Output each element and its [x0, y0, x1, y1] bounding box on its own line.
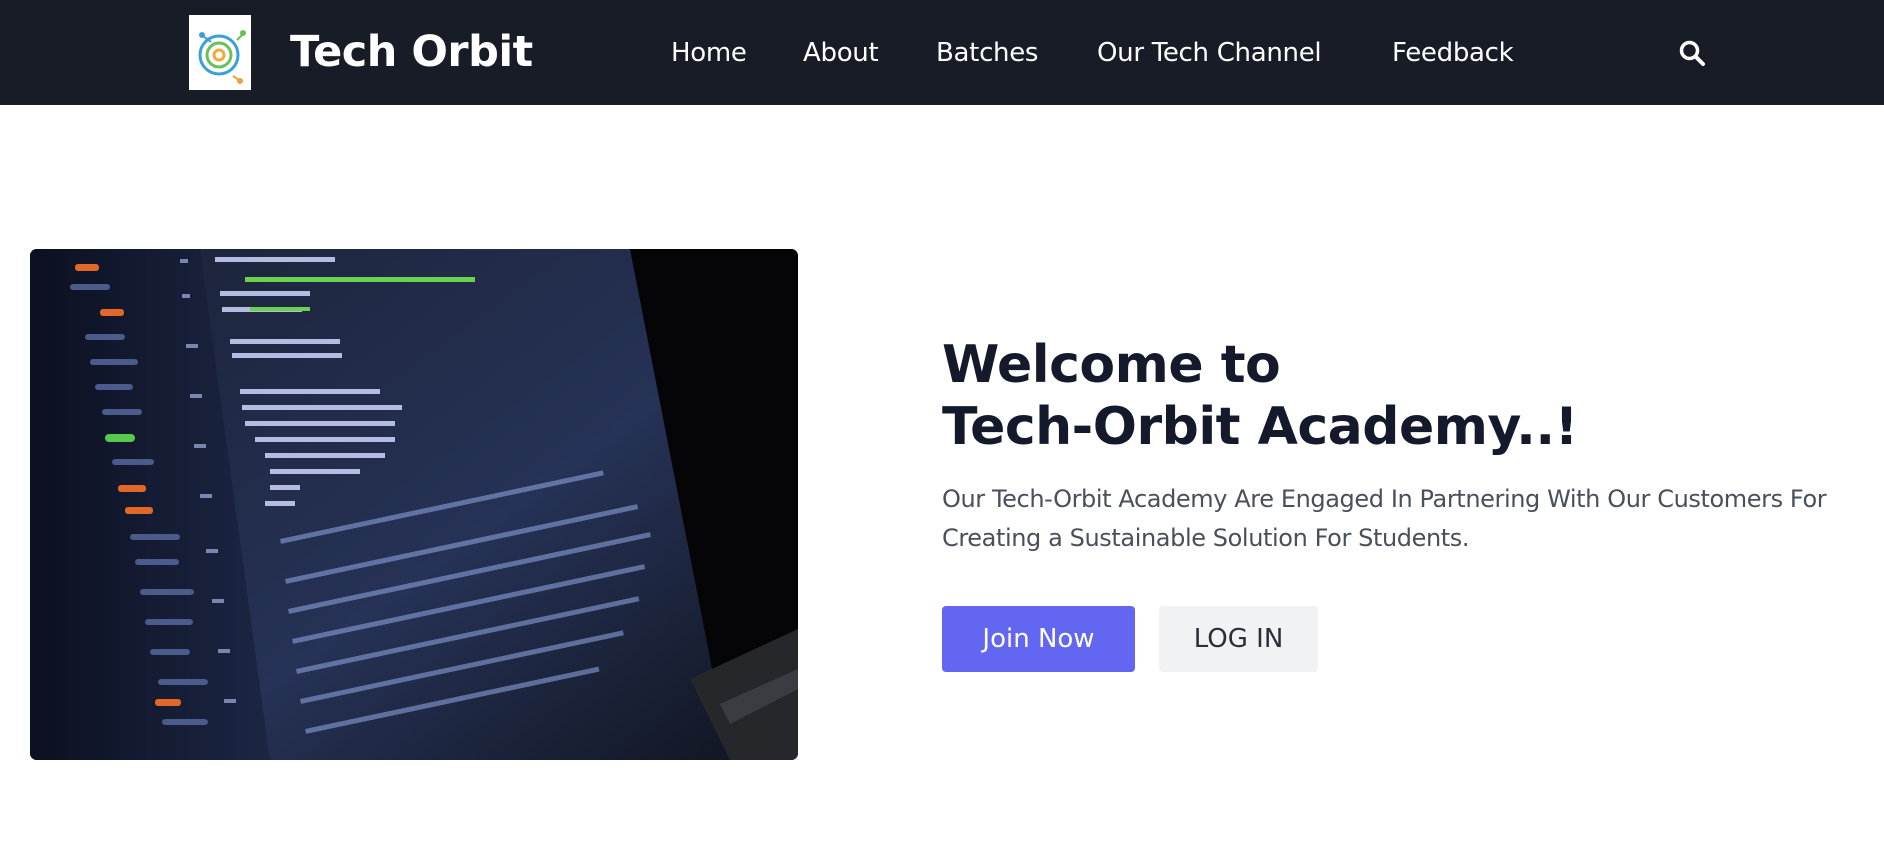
- hero-description-line1: Our Tech-Orbit Academy Are Engaged In Pa…: [942, 485, 1827, 513]
- brand-name[interactable]: Tech Orbit: [290, 22, 533, 82]
- hero-title-line1: Welcome to: [942, 335, 1281, 395]
- hero-description: Our Tech-Orbit Academy Are Engaged In Pa…: [942, 480, 1872, 558]
- nav-home[interactable]: Home: [671, 34, 747, 72]
- orbit-circuit-logo-icon: [198, 29, 246, 84]
- search-button[interactable]: [1676, 37, 1708, 69]
- logo[interactable]: [189, 15, 251, 90]
- hero-title-line2: Tech-Orbit Academy..!: [942, 397, 1578, 457]
- nav-batches[interactable]: Batches: [936, 34, 1038, 72]
- top-navbar: Tech Orbit Home About Batches Our Tech C…: [0, 0, 1884, 105]
- laptop-code-image: [30, 249, 798, 760]
- code-screen-illustration: [30, 249, 798, 760]
- hero-title: Welcome to Tech-Orbit Academy..!: [942, 334, 1862, 458]
- hero-description-line2: Creating a Sustainable Solution For Stud…: [942, 524, 1470, 552]
- nav-our-tech-channel[interactable]: Our Tech Channel: [1097, 34, 1322, 72]
- log-in-button[interactable]: LOG IN: [1159, 606, 1318, 672]
- nav-feedback[interactable]: Feedback: [1392, 34, 1514, 72]
- search-icon: [1679, 40, 1705, 66]
- join-now-button[interactable]: Join Now: [942, 606, 1135, 672]
- nav-about[interactable]: About: [803, 34, 879, 72]
